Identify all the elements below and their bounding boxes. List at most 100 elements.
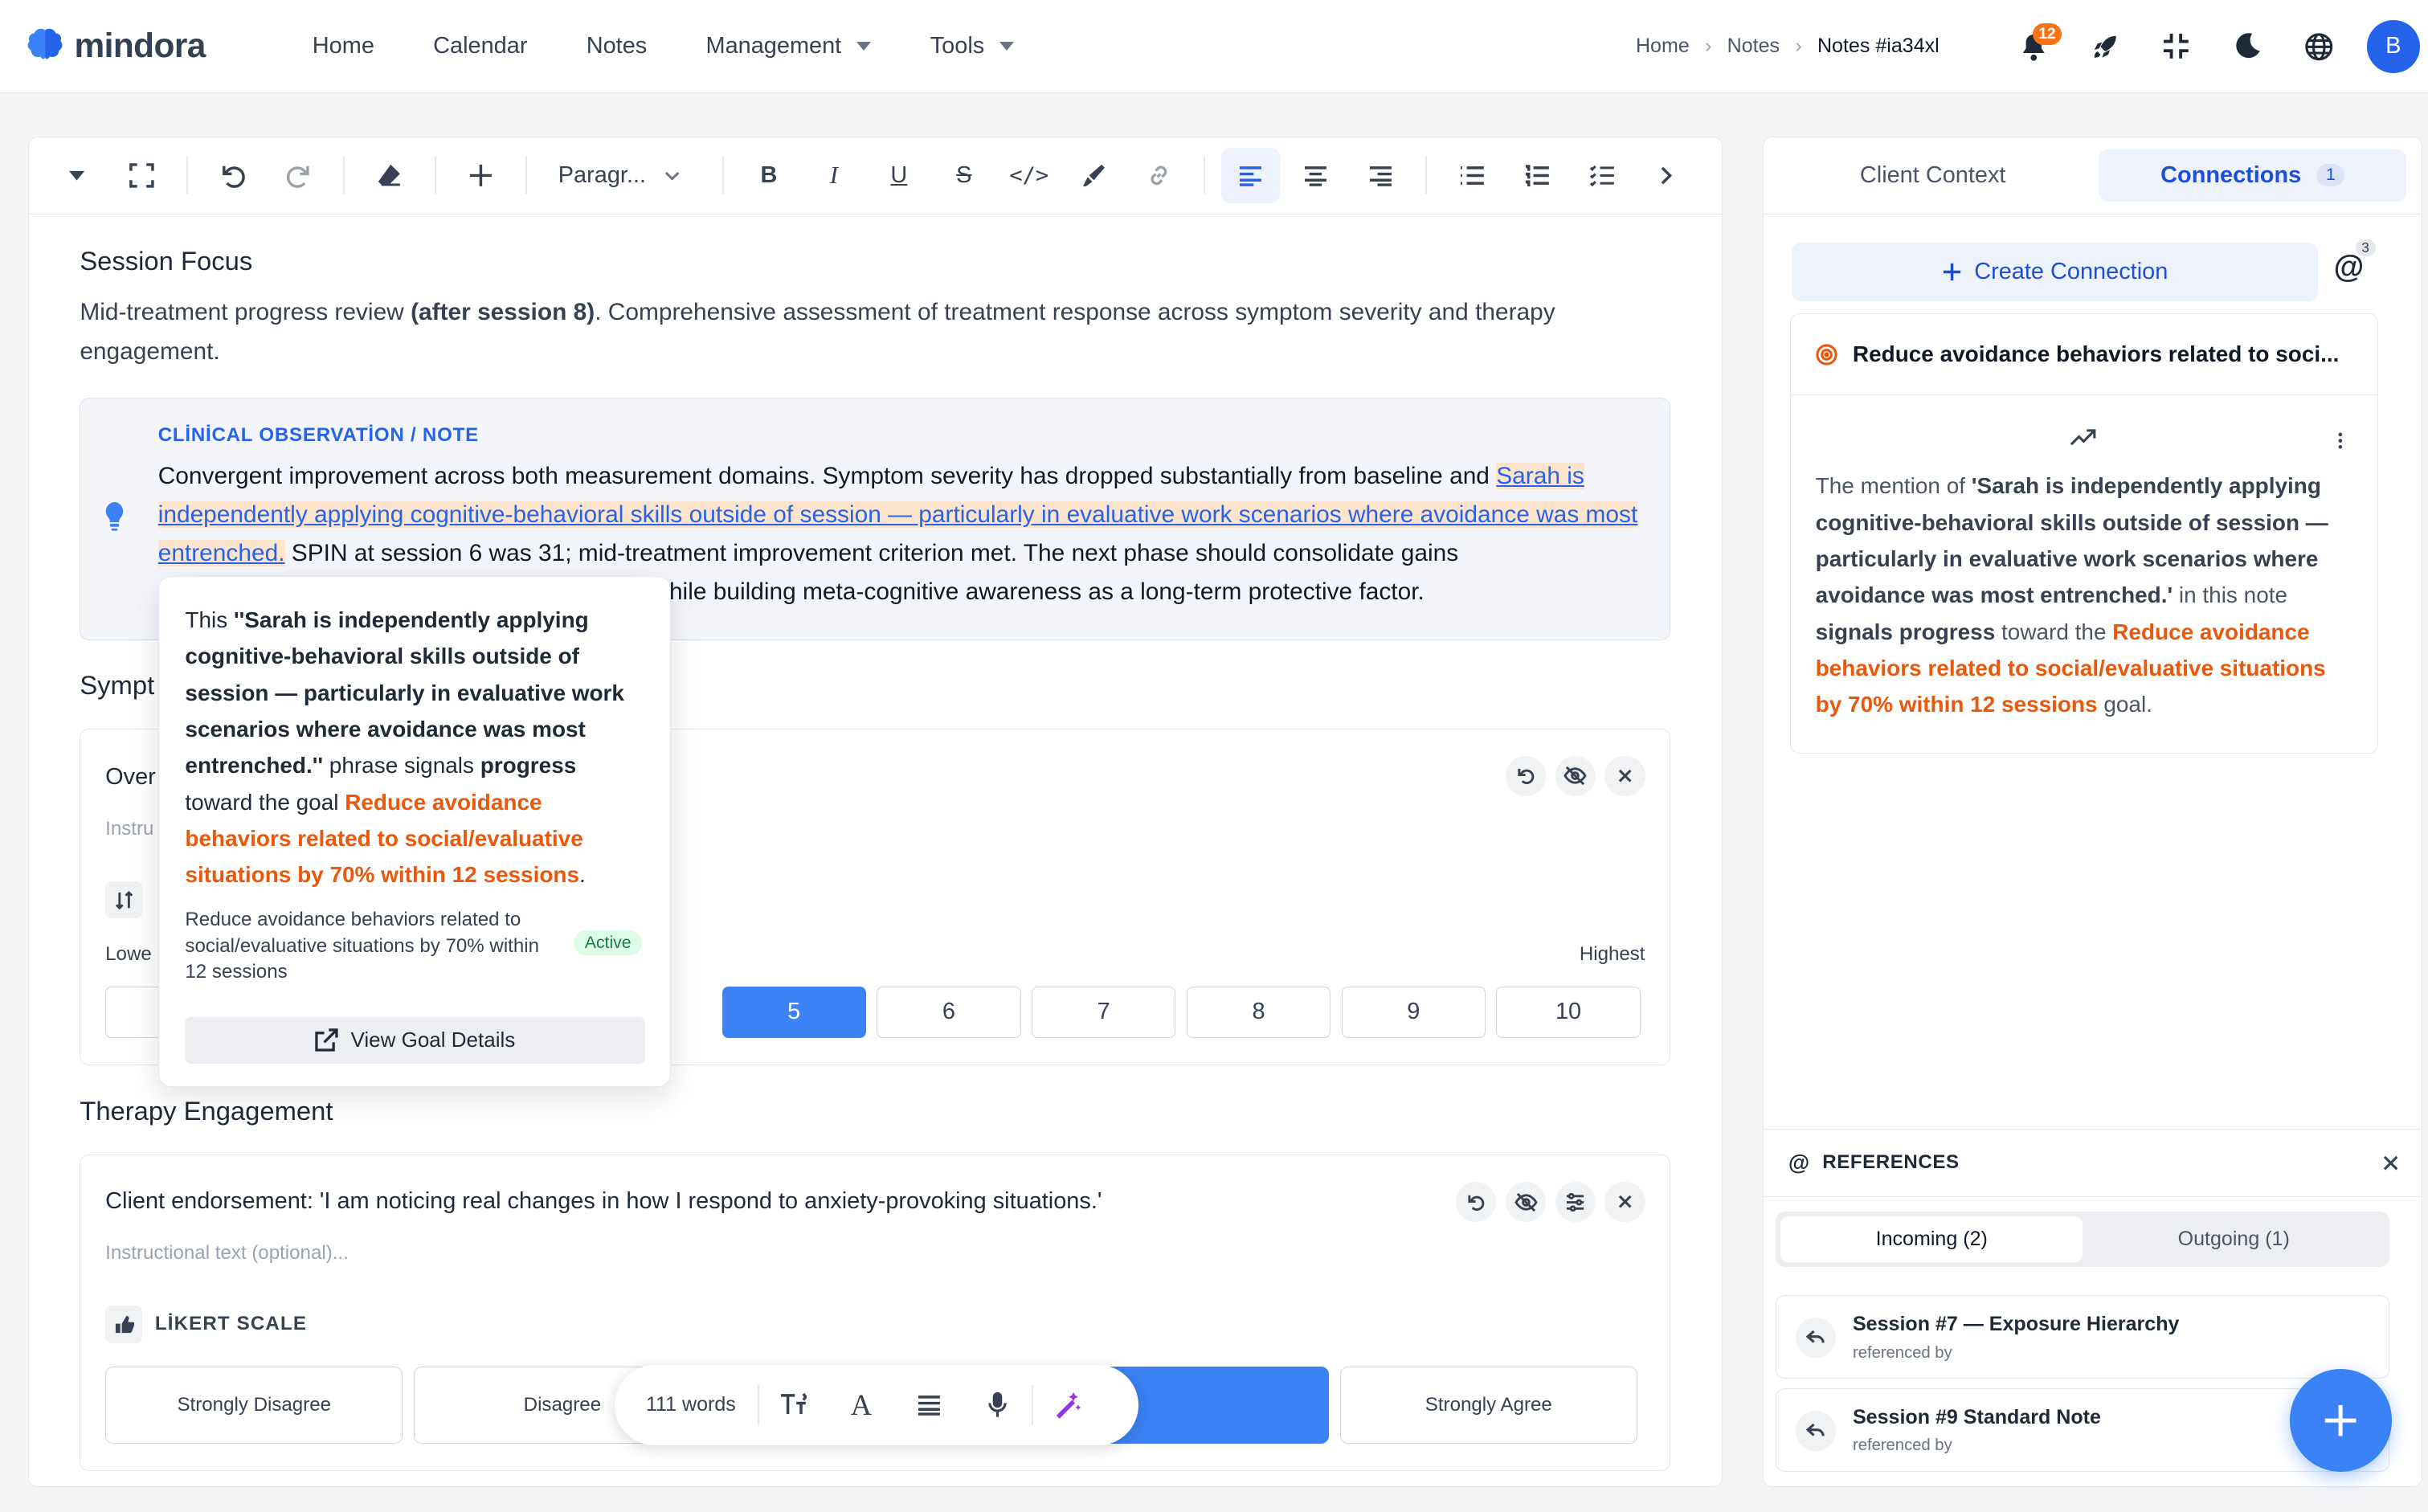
likert-strongly-disagree[interactable]: Strongly Disagree [105,1366,403,1444]
collapse-toolbar-button[interactable] [47,148,106,203]
checklist-button[interactable] [1572,148,1631,203]
nav-management[interactable]: Management [676,33,901,59]
italic-icon: I [829,161,839,189]
tab-connections[interactable]: Connections 1 [2099,149,2407,202]
line-spacing-button[interactable] [895,1374,963,1436]
remove-button[interactable] [1604,755,1645,797]
microphone-button[interactable] [963,1374,1032,1436]
notification-badge: 12 [2032,22,2062,45]
undo-button[interactable] [203,148,262,203]
close-icon[interactable] [2383,1155,2398,1171]
tab-incoming[interactable]: Incoming (2) [1780,1216,2083,1263]
breadcrumb-home[interactable]: Home [1636,35,1690,58]
bold-button[interactable]: B [739,148,798,203]
nav-tools-label: Tools [930,32,985,59]
brain-logo-icon [27,29,63,59]
chevron-right-icon: › [1795,35,1802,58]
microphone-icon [988,1392,1007,1418]
references-segmented-control: Incoming (2) Outgoing (1) [1776,1211,2389,1268]
nav-calendar[interactable]: Calendar [404,33,558,59]
add-fab-button[interactable] [2289,1369,2392,1472]
language-button[interactable] [2283,15,2355,77]
question-controls [1456,1182,1645,1223]
settings-button[interactable] [1555,1182,1596,1223]
notifications-button[interactable]: 12 [1998,15,2070,77]
align-left-button[interactable] [1220,147,1280,204]
ai-assist-button[interactable] [1033,1374,1102,1436]
globe-icon [2305,32,2333,60]
underline-button[interactable]: U [869,148,928,203]
paragraph-select[interactable]: Paragr... [540,162,710,189]
tab-client-context[interactable]: Client Context [1779,149,2087,202]
tab-outgoing[interactable]: Outgoing (1) [2083,1216,2385,1263]
divider [722,157,725,194]
brush-icon [1083,164,1106,186]
nav-tools[interactable]: Tools [901,33,1044,59]
remove-button[interactable] [1604,1182,1645,1223]
insert-button[interactable] [452,148,510,203]
numbered-list-button[interactable] [1507,148,1566,203]
rocket-button[interactable] [2070,15,2141,77]
reset-button[interactable] [1456,1182,1497,1223]
reset-button[interactable] [1506,755,1547,797]
hide-button[interactable] [1506,1182,1547,1223]
reference-subtitle: referenced by [1852,1436,1952,1455]
scale-option-8[interactable]: 8 [1186,987,1331,1038]
align-center-button[interactable] [1286,148,1345,203]
align-right-icon [1369,166,1392,186]
bullet-list-button[interactable] [1442,148,1501,203]
rating-scale: 5 6 7 8 9 10 [721,987,1641,1038]
logo[interactable]: mindora [25,26,206,66]
reference-item[interactable]: Session #7 — Exposure Hierarchy referenc… [1776,1294,2389,1379]
nav-notes[interactable]: Notes [557,33,676,59]
collapse-button[interactable] [2140,15,2212,77]
highlight-button[interactable] [1065,148,1123,203]
text-size-button[interactable] [759,1374,828,1436]
more-options-icon[interactable] [2337,427,2344,449]
mentions-button[interactable]: @ [2334,250,2365,285]
italic-button[interactable]: I [804,148,863,203]
avatar[interactable]: B [2366,20,2420,73]
breadcrumb-current: Notes #ia34xl [1817,35,1940,58]
status-badge: Active [574,930,643,956]
scale-option-7[interactable]: 7 [1032,987,1176,1038]
chevron-down-icon [999,41,1015,51]
clear-format-button[interactable] [360,148,419,203]
code-button[interactable]: </> [999,148,1058,203]
scale-option-6[interactable]: 6 [877,987,1021,1038]
fullscreen-icon [129,163,154,188]
connection-header[interactable]: Reduce avoidance behaviors related to so… [1790,314,2378,395]
redo-button[interactable] [268,148,327,203]
align-right-button[interactable] [1351,148,1410,203]
create-connection-label: Create Connection [1974,258,2168,284]
align-left-icon [1239,166,1261,186]
eye-off-icon [1563,766,1587,786]
session-focus-bold: (after session 8) [411,299,595,326]
scale-option-9[interactable]: 9 [1341,987,1486,1038]
chevron-right-icon: › [1705,35,1712,58]
numbered-list-icon [1526,165,1550,186]
symptom-instruction[interactable]: Instru [105,818,153,840]
floating-format-bar: 111 words A [615,1364,1139,1445]
main-nav: Home Calendar Notes Management Tools [283,33,1044,59]
font-button[interactable]: A [828,1374,896,1436]
create-connection-button[interactable]: Create Connection [1791,242,2319,301]
fullscreen-button[interactable] [112,148,171,203]
divider [1425,157,1427,194]
therapy-instruction-input[interactable]: Instructional text (optional)... [105,1242,349,1265]
scale-option-5[interactable]: 5 [721,987,866,1038]
theme-toggle-button[interactable] [2212,15,2283,77]
connection-text-pre: The mention of [1815,473,1972,499]
more-tools-button[interactable] [1637,148,1696,203]
popover-prefix: This [185,607,234,633]
likert-strongly-agree[interactable]: Strongly Agree [1339,1366,1637,1444]
collapse-icon [2164,34,2189,59]
breadcrumb-notes[interactable]: Notes [1727,35,1780,58]
nav-home[interactable]: Home [283,33,403,59]
divider [434,157,436,194]
view-goal-details-button[interactable]: View Goal Details [185,1016,646,1064]
link-button[interactable] [1130,148,1188,203]
hide-button[interactable] [1555,755,1596,797]
strikethrough-button[interactable]: S [934,148,993,203]
scale-option-10[interactable]: 10 [1496,987,1641,1038]
